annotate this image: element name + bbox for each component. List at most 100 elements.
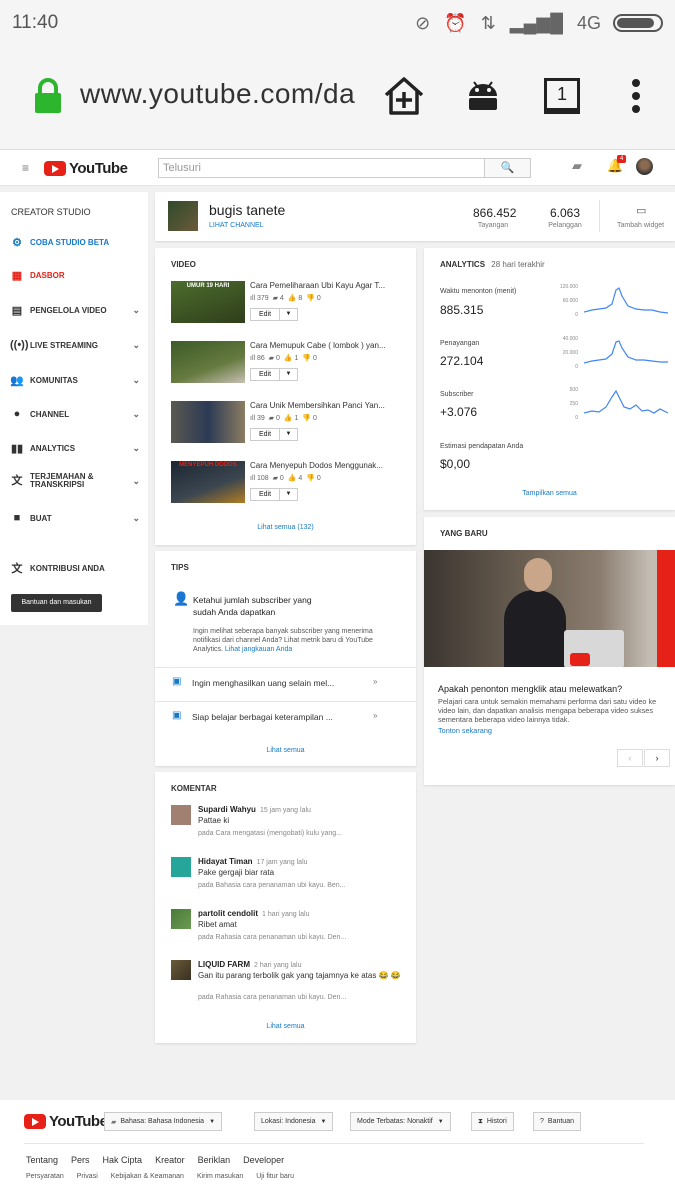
tip-item[interactable]: Siap belajar berbagai keterampilan ... (192, 712, 333, 722)
footer-link[interactable]: Developer (243, 1155, 284, 1165)
edit-dropdown-button[interactable]: Edit ▼ (250, 428, 298, 441)
comment-source[interactable]: pada Rahasia cara penanaman ubi kayu. De… (198, 934, 346, 941)
gear-icon: ⚙ (12, 237, 22, 249)
views-value: 272.104 (440, 354, 484, 368)
video-stats: ıll 39 ▰ 0 👍 1 👎 0 (250, 415, 317, 422)
more-menu-icon[interactable] (614, 74, 658, 118)
sidebar-item-video-manager[interactable]: ▤ PENGELOLA VIDEO ⌄ (10, 304, 140, 317)
video-title[interactable]: Cara Memupuk Cabe ( lombok ) yan... (250, 341, 390, 350)
expand-chevron-icon[interactable]: » (373, 711, 377, 720)
video-title[interactable]: Cara Menyepuh Dodos Menggunak... (250, 461, 390, 470)
avatar[interactable] (636, 158, 653, 175)
footer-link[interactable]: Kirim masukan (197, 1173, 243, 1180)
reach-link[interactable]: Lihat jangkauan Anda (225, 646, 292, 653)
footer-link[interactable]: Hak Cipta (103, 1155, 143, 1165)
subscriber-value: +3.076 (440, 405, 478, 419)
previous-button[interactable]: ‹ (617, 749, 643, 767)
sidebar-item-contributions[interactable]: 文 KONTRIBUSI ANDA (10, 560, 140, 576)
url-bar[interactable]: www.youtube.com/da (80, 78, 365, 118)
help-button[interactable]: ? Bantuan (533, 1112, 581, 1131)
commenter-avatar[interactable] (171, 857, 191, 877)
comment-source[interactable]: pada Cara mengatasi (mengobati) kulu yan… (198, 830, 342, 837)
sidebar-item-create[interactable]: ■ BUAT ⌄ (10, 512, 140, 524)
youtube-play-icon (24, 1114, 46, 1129)
edit-dropdown-button[interactable]: Edit ▼ (250, 308, 298, 321)
video-thumbnail[interactable] (171, 401, 245, 443)
footer-link[interactable]: Kreator (155, 1155, 185, 1165)
whats-new-video-thumbnail[interactable] (424, 550, 675, 667)
chevron-down-icon: ⌄ (132, 305, 140, 315)
comment-item: LIQUID FARM 2 hari yang lalu Gan itu para… (171, 960, 411, 1010)
search-button[interactable]: 🔍 (485, 158, 531, 178)
commenter-avatar[interactable] (171, 960, 191, 980)
footer-link[interactable]: Uji fitur baru (256, 1173, 294, 1180)
video-thumbnail[interactable]: UMUR 19 HARI (171, 281, 245, 323)
sidebar-item-translations[interactable]: 文 TERJEMAHAN & TRANSKRIPSI ⌄ (10, 473, 141, 489)
edit-dropdown-button[interactable]: Edit ▼ (250, 488, 298, 501)
commenter-avatar[interactable] (171, 909, 191, 929)
expand-chevron-icon[interactable]: » (373, 677, 377, 686)
commenter-name[interactable]: Hidayat Timan 17 jam yang lalu (198, 857, 308, 866)
sidebar-item-channel[interactable]: ● CHANNEL ⌄ (10, 408, 140, 420)
show-all-analytics-link[interactable]: Tampilkan semua (424, 490, 675, 497)
video-stats: ıll 379 ▰ 4 👍 8 👎 0 (250, 295, 321, 302)
search-input[interactable]: Telusuri (158, 158, 485, 178)
watch-time-value: 885.315 (440, 303, 484, 317)
hamburger-menu-icon[interactable]: ≡ (22, 161, 29, 175)
commenter-name[interactable]: LIQUID FARM 2 hari yang lalu (198, 960, 301, 969)
see-all-videos-link[interactable]: Lihat semua (132) (155, 524, 416, 531)
watch-now-link[interactable]: Tonton sekarang (438, 726, 492, 735)
youtube-logo[interactable]: YouTube (44, 160, 128, 177)
sidebar-item-analytics[interactable]: ▮▮ ANALYTICS ⌄ (10, 442, 140, 455)
add-widget-label[interactable]: Tambah widget (617, 222, 664, 229)
see-all-comments-link[interactable]: Lihat semua (155, 1023, 416, 1030)
history-button[interactable]: ⧗ Histori (471, 1112, 514, 1131)
footer-link[interactable]: Tentang (26, 1155, 58, 1165)
chart-ticks: 40.000 20.000 0 (562, 336, 578, 370)
person-icon: 👤 (173, 591, 190, 606)
divider (599, 200, 600, 232)
edit-dropdown-button[interactable]: Edit ▼ (250, 368, 298, 381)
caret-down-icon: ▼ (279, 489, 297, 500)
channel-avatar[interactable] (168, 201, 198, 231)
views-label: Penayangan (440, 340, 480, 347)
video-card-title: VIDEO (171, 260, 196, 269)
footer-youtube-logo[interactable]: YouTube (24, 1113, 108, 1130)
commenter-avatar[interactable] (171, 805, 191, 825)
location-dropdown[interactable]: Lokasi: Indonesia ▼ (254, 1112, 334, 1131)
video-thumbnail[interactable]: MENYEPUH DODOS (171, 461, 245, 503)
sidebar-item-beta[interactable]: ⚙ COBA STUDIO BETA (10, 236, 140, 249)
tab-switcher-button[interactable]: 1 (540, 74, 584, 118)
upload-video-icon[interactable]: ▰ (572, 158, 582, 174)
footer-link[interactable]: Persyaratan (26, 1173, 64, 1180)
presenter-head (524, 558, 552, 592)
chart-ticks: 120.000 60.000 0 (559, 284, 578, 318)
video-title[interactable]: Cara Pemeliharaan Ubi Kayu Agar T... (250, 281, 390, 290)
views-count: 866.452 (473, 206, 517, 220)
commenter-name[interactable]: partolit cendolit 1 hari yang lalu (198, 909, 309, 918)
sidebar-item-community[interactable]: 👥 KOMUNITAS ⌄ (10, 374, 140, 387)
youtube-play-icon (570, 653, 590, 666)
video-title[interactable]: Cara Unik Membersihkan Panci Yan... (250, 401, 390, 410)
android-icon[interactable] (461, 74, 505, 118)
restricted-mode-dropdown[interactable]: Mode Terbatas: Nonaktif ▼ (350, 1112, 451, 1131)
comment-source[interactable]: pada Bahasia cara penanaman ubi kayu. Be… (198, 882, 346, 889)
footer-link[interactable]: Privasi (77, 1173, 98, 1180)
footer-link[interactable]: Kebijakan & Keamanan (111, 1173, 184, 1180)
live-icon: ((•)) (10, 339, 29, 351)
tip-item[interactable]: Ingin menghasilkan uang selain mel... (192, 678, 334, 688)
sidebar-item-dashboard[interactable]: ▦ DASBOR (10, 269, 140, 282)
sidebar-item-live-streaming[interactable]: ((•)) LIVE STREAMING ⌄ (10, 339, 140, 351)
footer-link[interactable]: Pers (71, 1155, 90, 1165)
view-channel-link[interactable]: LIHAT CHANNEL (209, 222, 264, 229)
help-feedback-button[interactable]: Bantuan dan masukan (11, 594, 102, 612)
comment-source[interactable]: pada Rahasia cara penanaman ubi kayu. De… (198, 994, 346, 1001)
footer-link[interactable]: Beriklan (198, 1155, 231, 1165)
add-widget-icon[interactable]: ▭ (636, 204, 646, 217)
commenter-name[interactable]: Supardi Wahyu 15 jam yang lalu (198, 805, 311, 814)
next-button[interactable]: › (644, 749, 670, 767)
add-to-home-icon[interactable] (382, 74, 426, 118)
video-thumbnail[interactable] (171, 341, 245, 383)
language-dropdown[interactable]: ▰ Bahasa: Bahasa Indonesia ▼ (104, 1112, 223, 1131)
see-all-tips-link[interactable]: Lihat semua (155, 747, 416, 754)
